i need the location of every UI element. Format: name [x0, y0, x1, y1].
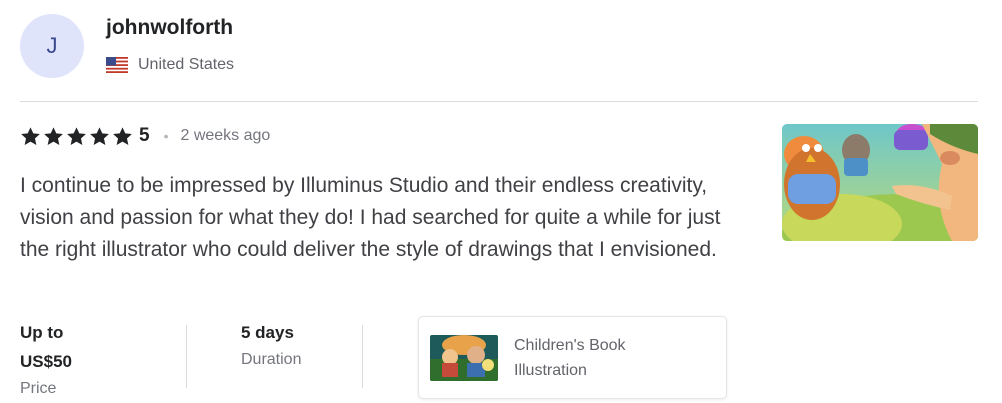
- rating-row: 5 • 2 weeks ago: [20, 124, 270, 148]
- details-divider: [362, 325, 363, 388]
- price-prefix: Up to: [20, 323, 64, 342]
- details-divider: [186, 325, 187, 388]
- avatar[interactable]: J: [20, 14, 84, 78]
- gig-card[interactable]: Children's Book Illustration: [418, 316, 727, 399]
- reviewer-username[interactable]: johnwolforth: [106, 16, 233, 40]
- review-text: I continue to be impressed by Illuminus …: [20, 174, 721, 261]
- duration-block: 5 days Duration: [241, 318, 301, 373]
- gig-thumbnail: [430, 334, 498, 381]
- price-label: Price: [20, 380, 57, 397]
- rating-score: 5: [139, 125, 150, 146]
- reviewer-country: United States: [106, 56, 234, 74]
- gig-title[interactable]: Children's Book Illustration: [514, 333, 674, 383]
- star-icon: [44, 126, 63, 145]
- star-rating: [20, 126, 133, 147]
- price-value: US$50: [20, 352, 72, 371]
- star-icon: [67, 126, 86, 145]
- star-icon: [21, 126, 40, 145]
- us-flag-icon: [106, 57, 128, 73]
- star-icon: [90, 126, 109, 145]
- review-time: 2 weeks ago: [180, 127, 271, 144]
- header-divider: [20, 101, 978, 102]
- country-name: United States: [138, 56, 235, 73]
- avatar-initial: J: [46, 33, 58, 58]
- duration-label: Duration: [241, 351, 302, 368]
- duration-value: 5 days: [241, 323, 294, 342]
- separator-dot: •: [163, 128, 169, 144]
- price-block: Up to US$50 Price: [20, 318, 72, 402]
- star-icon: [113, 126, 132, 145]
- review-image[interactable]: [782, 124, 978, 241]
